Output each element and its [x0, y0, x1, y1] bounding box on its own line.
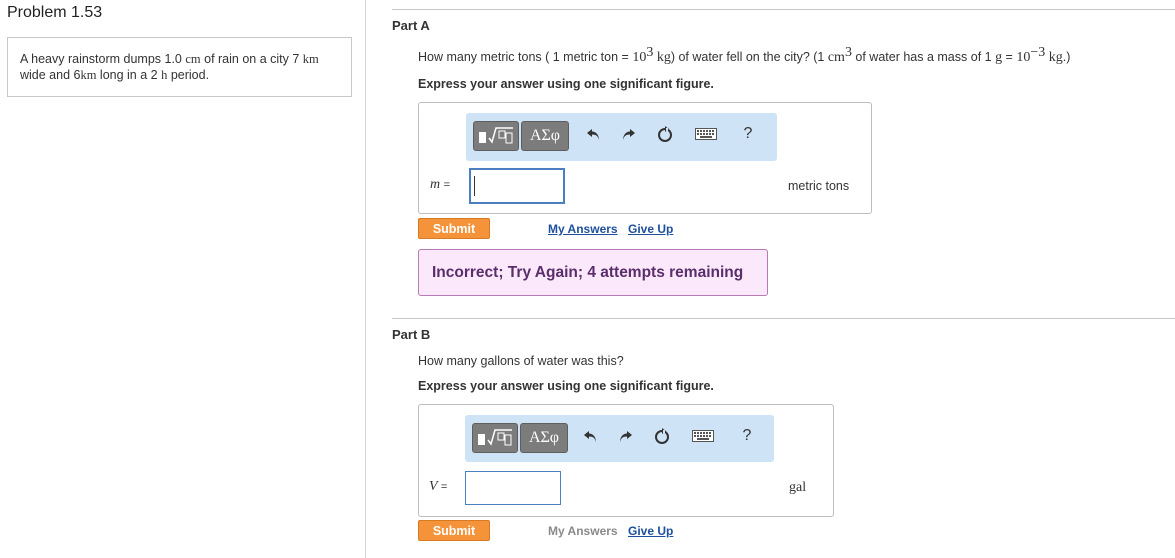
answer-input[interactable] — [465, 471, 561, 505]
variable-symbol: V — [429, 479, 438, 494]
math: 10 — [1016, 50, 1031, 66]
variable-label: m = — [430, 177, 450, 193]
question-text: ) of water fell on the city? (1 — [670, 50, 828, 65]
problem-text: of rain on a city 7 — [200, 52, 303, 66]
problem-text: A heavy rainstorm dumps 1.0 — [20, 52, 186, 66]
submit-button[interactable]: Submit — [418, 520, 490, 541]
part-a-instruction: Express your answer using one significan… — [418, 77, 714, 91]
part-b-question: How many gallons of water was this? — [418, 354, 624, 368]
variable-label: V = — [429, 479, 447, 495]
exponent: −3 — [1030, 45, 1046, 60]
part-a-answer-box: ΑΣφ ? m = metric tons — [418, 102, 872, 214]
question-text: .) — [1062, 50, 1071, 65]
math-toolbar: ΑΣφ ? — [466, 113, 777, 161]
undo-icon[interactable] — [584, 124, 604, 144]
text-cursor — [474, 176, 475, 196]
units-label: metric tons — [788, 179, 850, 193]
part-b-label: Part B — [392, 327, 431, 342]
keyboard-icon[interactable] — [694, 124, 718, 144]
give-up-link[interactable]: Give Up — [628, 222, 673, 236]
help-icon[interactable]: ? — [738, 124, 758, 144]
variable-symbol: m — [430, 177, 441, 192]
problem-panel: Problem 1.53 A heavy rainstorm dumps 1.0… — [0, 0, 366, 558]
math: kg — [653, 50, 671, 66]
problem-unit: km — [80, 68, 97, 82]
equals-sign: = — [443, 179, 451, 191]
problem-text: long in a 2 — [96, 68, 162, 82]
undo-icon[interactable] — [581, 426, 601, 446]
problem-title: Problem 1.53 — [7, 4, 103, 21]
reset-icon[interactable] — [655, 124, 675, 144]
math: kg — [1045, 50, 1063, 66]
math: g — [995, 50, 1003, 66]
feedback-message: Incorrect; Try Again; 4 attempts remaini… — [418, 249, 768, 296]
reset-icon[interactable] — [652, 426, 672, 446]
question-text: of water has a mass of 1 — [851, 50, 996, 65]
math: 10 — [632, 50, 647, 66]
redo-icon[interactable] — [618, 124, 638, 144]
part-b-instruction: Express your answer using one significan… — [418, 379, 714, 393]
part-b-answer-box: ΑΣφ ? V = gal — [418, 404, 834, 517]
problem-unit: km — [302, 52, 319, 66]
part-a-question: How many metric tons ( 1 metric ton = 10… — [418, 45, 1070, 66]
part-a-label: Part A — [392, 18, 430, 33]
my-answers-link[interactable]: My Answers — [548, 222, 618, 236]
answer-input[interactable] — [469, 168, 565, 204]
divider — [392, 9, 1175, 10]
divider — [392, 318, 1175, 319]
templates-button[interactable] — [472, 423, 518, 453]
my-answers-link[interactable]: My Answers — [548, 524, 618, 538]
units-label: gal — [789, 480, 807, 495]
math-toolbar: ΑΣφ ? — [465, 415, 774, 462]
help-icon[interactable]: ? — [737, 426, 757, 446]
template-button-group: ΑΣφ — [472, 423, 568, 453]
problem-text: period. — [167, 68, 210, 82]
keyboard-icon[interactable] — [691, 426, 715, 446]
give-up-link[interactable]: Give Up — [628, 524, 673, 538]
greek-symbols-button[interactable]: ΑΣφ — [520, 423, 568, 453]
redo-icon[interactable] — [615, 426, 635, 446]
problem-text: wide and 6 — [20, 68, 81, 82]
template-button-group: ΑΣφ — [473, 121, 569, 151]
question-text: = — [1002, 50, 1017, 65]
problem-unit: cm — [185, 52, 201, 66]
sqrt-template-icon — [478, 429, 512, 446]
math: cm — [827, 50, 845, 66]
question-text: How many metric tons ( 1 metric ton = — [418, 50, 633, 65]
problem-statement: A heavy rainstorm dumps 1.0 cm of rain o… — [7, 37, 352, 97]
submit-button[interactable]: Submit — [418, 218, 490, 239]
greek-symbols-button[interactable]: ΑΣφ — [521, 121, 569, 151]
equals-sign: = — [440, 481, 448, 493]
sqrt-template-icon — [479, 127, 513, 144]
exponent: 3 — [844, 45, 852, 60]
templates-button[interactable] — [473, 121, 519, 151]
